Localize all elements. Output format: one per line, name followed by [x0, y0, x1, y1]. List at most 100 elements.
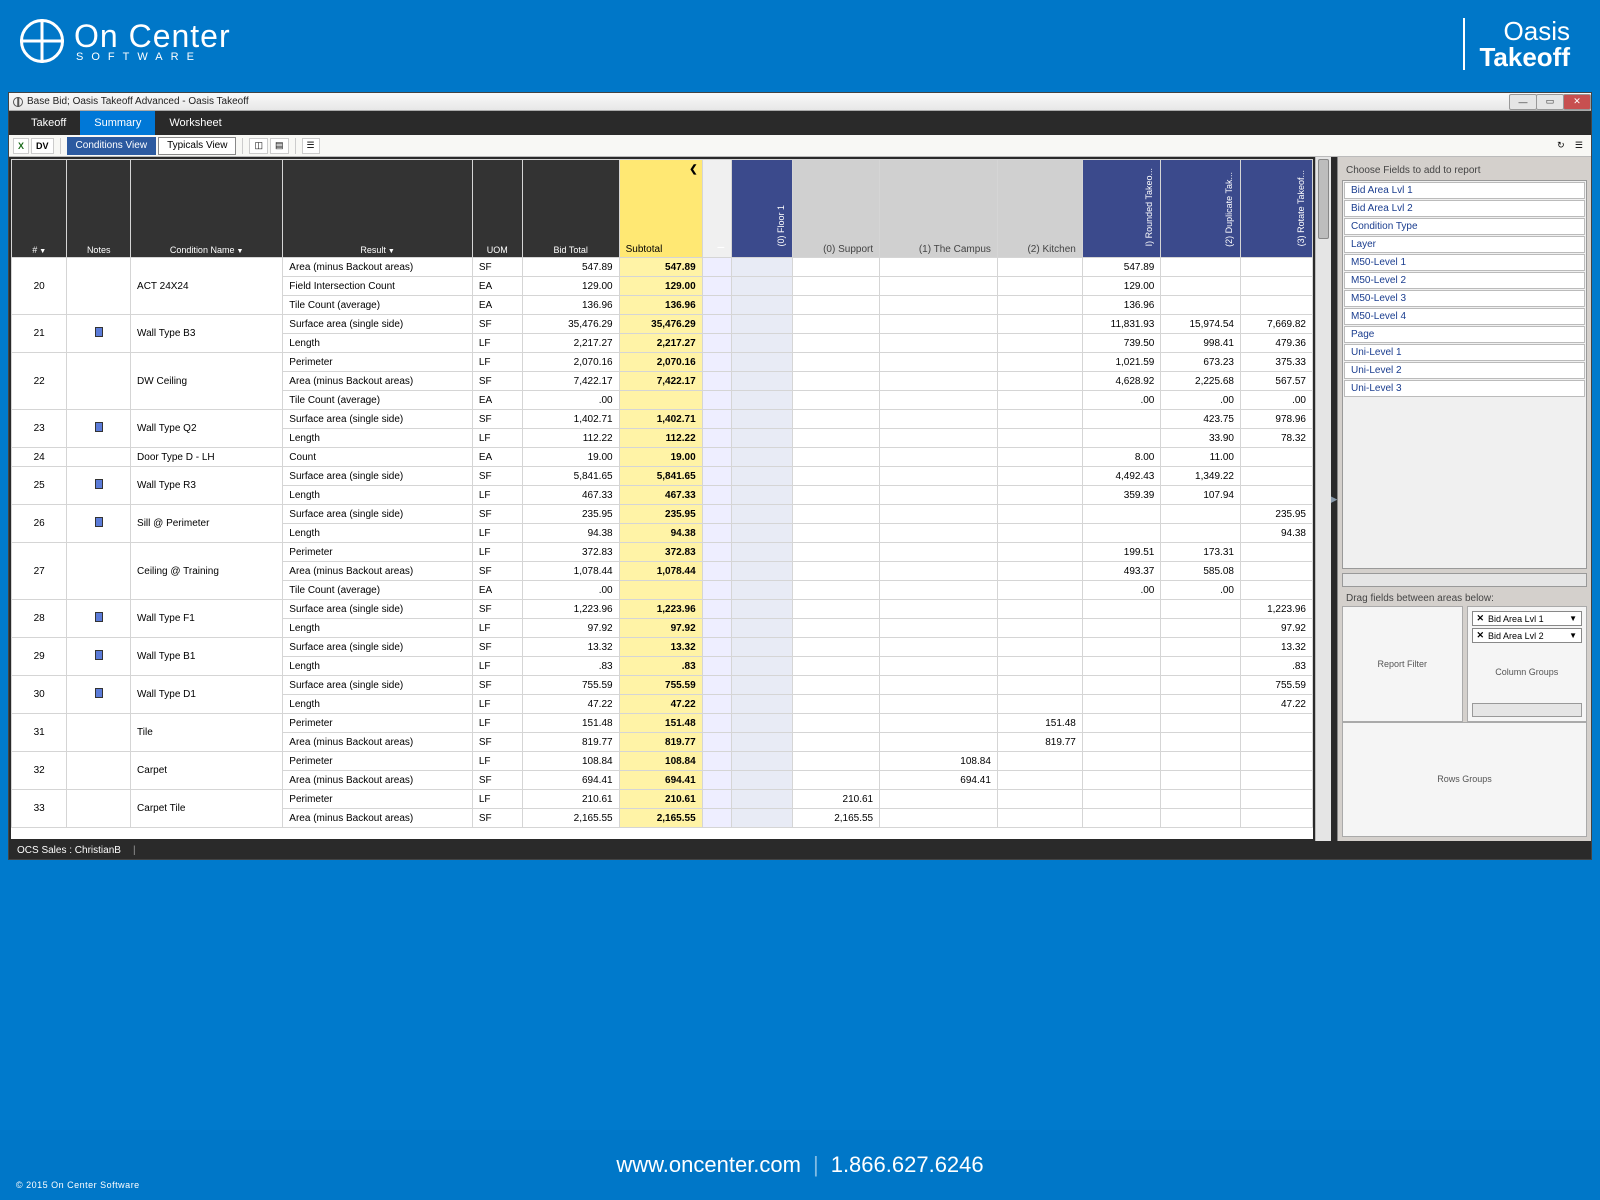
tab-takeoff[interactable]: Takeoff [17, 111, 80, 135]
row-notes-cell[interactable] [67, 410, 131, 448]
col-subtotal-header[interactable]: ❮ Subtotal [619, 160, 702, 258]
row-notes-cell[interactable] [67, 600, 131, 638]
table-row[interactable]: 28Wall Type F1Surface area (single side)… [12, 600, 1313, 619]
col-uom-header[interactable]: UOM [472, 160, 522, 258]
field-list-item[interactable]: Uni-Level 1 [1344, 344, 1585, 361]
report-filter-dropzone[interactable]: Report Filter [1342, 606, 1463, 722]
group-value-cell: 423.75 [1161, 410, 1241, 429]
field-list-item[interactable]: Page [1344, 326, 1585, 343]
vertical-scrollbar[interactable] [1315, 157, 1331, 841]
table-row[interactable]: 31TilePerimeterLF151.48151.48151.48 [12, 714, 1313, 733]
group-value-cell [997, 372, 1082, 391]
row-notes-cell[interactable] [67, 315, 131, 353]
layout-button-2[interactable]: ▤ [270, 138, 289, 154]
typicals-view-button[interactable]: Typicals View [158, 137, 236, 155]
note-icon[interactable] [95, 479, 103, 489]
group-value-cell [880, 372, 998, 391]
group-col-header[interactable]: (1) The Campus [880, 160, 998, 258]
table-row[interactable]: 24Door Type D - LHCountEA19.0019.008.001… [12, 448, 1313, 467]
field-list-item[interactable]: Uni-Level 3 [1344, 380, 1585, 397]
group-col-header[interactable]: (0) Support [792, 160, 879, 258]
group-col-header[interactable]: (2) Kitchen [997, 160, 1082, 258]
column-group-tag[interactable]: ✕Bid Area Lvl 1▼ [1472, 611, 1583, 626]
table-row[interactable]: 25Wall Type R3Surface area (single side)… [12, 467, 1313, 486]
row-notes-cell[interactable] [67, 638, 131, 676]
column-groups-dropzone[interactable]: ✕Bid Area Lvl 1▼✕Bid Area Lvl 2▼ Column … [1467, 606, 1588, 722]
remove-tag-icon[interactable]: ✕ [1477, 630, 1485, 641]
group-value-cell [880, 524, 998, 543]
grid-options-button[interactable]: ☰ [302, 138, 320, 154]
export-dv-button[interactable]: DV [31, 138, 54, 154]
note-icon[interactable] [95, 422, 103, 432]
group-col-header[interactable]: (3) Rotate Takeof... [1240, 160, 1312, 258]
uom-cell: LF [472, 695, 522, 714]
field-list-item[interactable]: M50-Level 4 [1344, 308, 1585, 325]
group-value-cell [731, 277, 792, 296]
row-notes-cell[interactable] [67, 543, 131, 600]
tab-worksheet[interactable]: Worksheet [155, 111, 235, 135]
titlebar[interactable]: Base Bid; Oasis Takeoff Advanced - Oasis… [9, 93, 1591, 111]
table-row[interactable]: 33Carpet TilePerimeterLF210.61210.61210.… [12, 790, 1313, 809]
field-list-item[interactable]: Bid Area Lvl 1 [1344, 182, 1585, 199]
tab-summary[interactable]: Summary [80, 111, 155, 135]
col-condname-header[interactable]: Condition Name [170, 245, 243, 255]
group-value-cell [731, 600, 792, 619]
field-list-item[interactable]: Layer [1344, 236, 1585, 253]
field-list-item[interactable]: M50-Level 2 [1344, 272, 1585, 289]
maximize-button[interactable]: ▭ [1536, 94, 1564, 110]
table-row[interactable]: 26Sill @ PerimeterSurface area (single s… [12, 505, 1313, 524]
col-bidtotal-header[interactable]: Bid Total [522, 160, 619, 258]
field-list-item[interactable]: Bid Area Lvl 2 [1344, 200, 1585, 217]
group-col-header[interactable]: (2) Duplicate Tak... [1161, 160, 1241, 258]
bidtotal-cell: 5,841.65 [522, 467, 619, 486]
conditions-view-button[interactable]: Conditions View [67, 137, 157, 155]
minimize-button[interactable]: — [1509, 94, 1537, 110]
table-row[interactable]: 23Wall Type Q2Surface area (single side)… [12, 410, 1313, 429]
note-icon[interactable] [95, 327, 103, 337]
field-list-hscroll[interactable] [1342, 573, 1587, 587]
group-col-header[interactable]: (0) Floor 1 [731, 160, 792, 258]
refresh-button[interactable]: ↻ [1553, 138, 1569, 154]
note-icon[interactable] [95, 612, 103, 622]
col-notes-header[interactable]: Notes [67, 160, 131, 258]
row-notes-cell[interactable] [67, 353, 131, 410]
column-groups-hscroll[interactable] [1472, 703, 1583, 717]
field-list-item[interactable]: Uni-Level 2 [1344, 362, 1585, 379]
collapse-groups-button[interactable]: − [702, 160, 731, 258]
chevron-down-icon[interactable]: ▼ [1569, 631, 1577, 640]
rows-groups-dropzone[interactable]: Rows Groups [1342, 722, 1587, 838]
export-excel-button[interactable]: X [13, 138, 29, 154]
subtotal-cell: .83 [619, 657, 702, 676]
close-button[interactable]: ✕ [1563, 94, 1591, 110]
table-row[interactable]: 27Ceiling @ TrainingPerimeterLF372.83372… [12, 543, 1313, 562]
field-list-item[interactable]: M50-Level 3 [1344, 290, 1585, 307]
field-list-item[interactable]: M50-Level 1 [1344, 254, 1585, 271]
table-row[interactable]: 32CarpetPerimeterLF108.84108.84108.84 [12, 752, 1313, 771]
table-row[interactable]: 29Wall Type B1Surface area (single side)… [12, 638, 1313, 657]
note-icon[interactable] [95, 688, 103, 698]
group-col-header[interactable]: I) Rounded Takeo... [1082, 160, 1161, 258]
col-num-header[interactable]: # [32, 245, 46, 255]
row-notes-cell[interactable] [67, 676, 131, 714]
row-notes-cell[interactable] [67, 258, 131, 315]
remove-tag-icon[interactable]: ✕ [1477, 613, 1485, 624]
row-notes-cell[interactable] [67, 467, 131, 505]
result-cell: Perimeter [283, 353, 473, 372]
col-result-header[interactable]: Result [360, 245, 394, 255]
note-icon[interactable] [95, 650, 103, 660]
column-group-tag[interactable]: ✕Bid Area Lvl 2▼ [1472, 628, 1583, 643]
chevron-down-icon[interactable]: ▼ [1569, 614, 1577, 623]
row-notes-cell[interactable] [67, 505, 131, 543]
table-row[interactable]: 22DW CeilingPerimeterLF2,070.162,070.161… [12, 353, 1313, 372]
row-notes-cell[interactable] [67, 790, 131, 828]
table-row[interactable]: 20ACT 24X24Area (minus Backout areas)SF5… [12, 258, 1313, 277]
layout-button-1[interactable]: ◫ [249, 138, 268, 154]
field-list-item[interactable]: Condition Type [1344, 218, 1585, 235]
table-row[interactable]: 21Wall Type B3Surface area (single side)… [12, 315, 1313, 334]
table-row[interactable]: 30Wall Type D1Surface area (single side)… [12, 676, 1313, 695]
row-notes-cell[interactable] [67, 752, 131, 790]
row-notes-cell[interactable] [67, 448, 131, 467]
row-notes-cell[interactable] [67, 714, 131, 752]
panel-toggle-button[interactable]: ☰ [1571, 138, 1587, 154]
note-icon[interactable] [95, 517, 103, 527]
